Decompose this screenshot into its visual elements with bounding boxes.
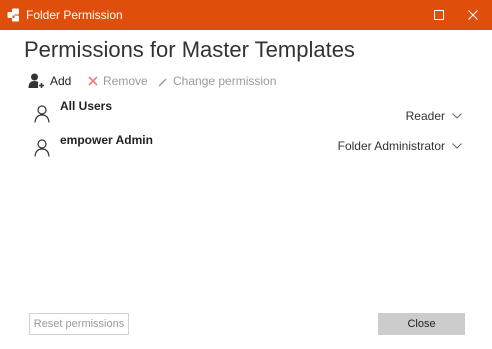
user-icon [34,105,50,123]
permission-dropdown[interactable]: Folder Administrator [338,139,462,153]
permission-value: Folder Administrator [337,139,445,153]
user-name: empower Admin [60,133,153,147]
user-row-empower-admin[interactable]: empower Admin Folder Administrator [0,133,492,163]
permission-dropdown[interactable]: Reader [406,109,462,123]
maximize-button[interactable] [420,0,458,30]
close-icon [468,10,478,20]
close-button[interactable]: Close [378,313,465,335]
maximize-icon [434,10,444,20]
remove-x-icon [88,76,98,86]
remove-button[interactable]: Remove [88,72,148,90]
title-bar: Folder Permission [0,0,492,30]
chevron-down-icon [452,143,462,149]
page-title: Permissions for Master Templates [24,37,355,62]
user-row-all-users[interactable]: All Users Reader [0,99,492,129]
window-title: Folder Permission [26,8,123,22]
add-user-icon [28,73,45,89]
change-permission-label: Change permission [173,74,277,88]
reset-permissions-button[interactable]: Reset permissions [29,313,129,335]
change-permission-button[interactable]: Change permission [157,72,276,90]
add-button[interactable]: Add [28,72,71,90]
add-button-label: Add [50,74,72,88]
chevron-down-icon [452,113,462,119]
user-icon [34,139,50,157]
folder-permission-icon [7,8,19,22]
permission-value: Reader [405,109,445,123]
user-name: All Users [60,99,113,113]
remove-button-label: Remove [103,74,148,88]
pencil-icon [158,78,167,86]
close-window-button[interactable] [454,0,492,30]
